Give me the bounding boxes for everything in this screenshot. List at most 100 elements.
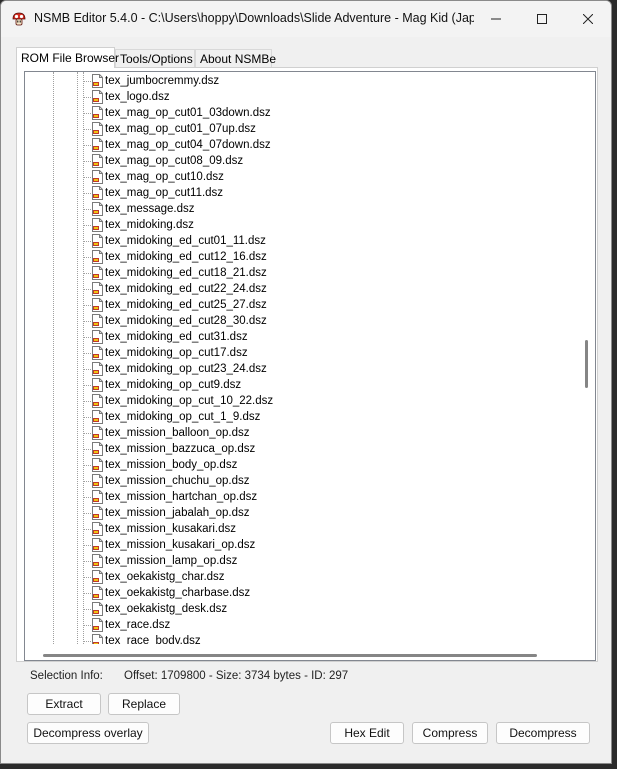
tree-connector [83, 177, 91, 178]
tree-connector [83, 161, 91, 162]
tree-file-item[interactable]: tex_midoking_op_cut9.dsz [25, 377, 577, 393]
compressed-file-icon [92, 186, 103, 200]
vertical-scroll-thumb[interactable] [585, 340, 588, 388]
compressed-file-icon [92, 138, 103, 152]
tree-file-item[interactable]: tex_midoking_op_cut_10_22.dsz [25, 393, 577, 409]
tree-connector [83, 545, 91, 546]
file-name: tex_midoking_ed_cut31.dsz [105, 331, 248, 343]
tree-file-item[interactable]: tex_mission_body_op.dsz [25, 457, 577, 473]
file-name: tex_midoking_op_cut_1_9.dsz [105, 411, 261, 423]
decompress-button[interactable]: Decompress [496, 722, 590, 744]
replace-button[interactable]: Replace [108, 693, 180, 715]
tree-file-item[interactable]: tex_midoking_op_cut23_24.dsz [25, 361, 577, 377]
tree-file-item[interactable]: tex_oekakistg_char.dsz [25, 569, 577, 585]
vertical-scrollbar[interactable] [578, 72, 595, 644]
tree-connector [83, 81, 91, 82]
compressed-file-icon [92, 314, 103, 328]
tree-file-item[interactable]: tex_mag_op_cut11.dsz [25, 185, 577, 201]
tree-file-item[interactable]: tex_midoking_ed_cut18_21.dsz [25, 265, 577, 281]
horizontal-scrollbar[interactable] [25, 644, 579, 660]
close-icon [583, 14, 593, 24]
compressed-file-icon [92, 250, 103, 264]
extract-button[interactable]: Extract [27, 693, 101, 715]
file-name: tex_midoking_op_cut17.dsz [105, 347, 248, 359]
tree-file-item[interactable]: tex_midoking.dsz [25, 217, 577, 233]
compressed-file-icon [92, 618, 103, 632]
compressed-file-icon [92, 554, 103, 568]
title-bar[interactable]: NSMB Editor 5.4.0 - C:\Users\hoppy\Downl… [1, 1, 611, 37]
tree-file-item[interactable]: tex_mag_op_cut10.dsz [25, 169, 577, 185]
maximize-button[interactable] [519, 1, 565, 37]
compressed-file-icon [92, 410, 103, 424]
tree-file-item[interactable]: tex_mag_op_cut04_07down.dsz [25, 137, 577, 153]
tree-connector [83, 97, 91, 98]
tree-file-item[interactable]: tex_mission_lamp_op.dsz [25, 553, 577, 569]
tab-about-nsmbe[interactable]: About NSMBe [195, 49, 276, 67]
compressed-file-icon [92, 474, 103, 488]
compressed-file-icon [92, 106, 103, 120]
compressed-file-icon [92, 234, 103, 248]
tree-connector [83, 209, 91, 210]
horizontal-scroll-thumb[interactable] [43, 654, 537, 657]
file-name: tex_mag_op_cut01_07up.dsz [105, 123, 256, 135]
compressed-file-icon [92, 538, 103, 552]
tree-file-item[interactable]: tex_midoking_op_cut_1_9.dsz [25, 409, 577, 425]
hex-edit-button[interactable]: Hex Edit [330, 722, 404, 744]
tab-rom-file-browser[interactable]: ROM File Browser [16, 47, 119, 68]
compressed-file-icon [92, 602, 103, 616]
compress-button[interactable]: Compress [412, 722, 488, 744]
compressed-file-icon [92, 506, 103, 520]
compressed-file-icon [92, 170, 103, 184]
tree-file-item[interactable]: tex_midoking_ed_cut31.dsz [25, 329, 577, 345]
decompress-overlay-button[interactable]: Decompress overlay [27, 722, 149, 744]
tree-file-item[interactable]: tex_race.dsz [25, 617, 577, 633]
tree-file-item[interactable]: tex_mag_op_cut08_09.dsz [25, 153, 577, 169]
tree-file-item[interactable]: tex_mission_hartchan_op.dsz [25, 489, 577, 505]
tree-file-item[interactable]: tex_logo.dsz [25, 89, 577, 105]
compressed-file-icon [92, 378, 103, 392]
file-name: tex_midoking_op_cut_10_22.dsz [105, 395, 274, 407]
file-name: tex_mission_jabalah_op.dsz [105, 507, 250, 519]
tree-file-item[interactable]: tex_midoking_ed_cut22_24.dsz [25, 281, 577, 297]
close-button[interactable] [565, 1, 611, 37]
file-list: tex_jumbocremmy.dsz tex_logo.dsz tex_mag_o… [25, 73, 577, 649]
minimize-button[interactable] [473, 1, 519, 37]
tree-file-item[interactable]: tex_midoking_ed_cut28_30.dsz [25, 313, 577, 329]
tree-file-item[interactable]: tex_oekakistg_desk.dsz [25, 601, 577, 617]
file-name: tex_mission_chuchu_op.dsz [105, 475, 250, 487]
file-name: tex_mag_op_cut01_03down.dsz [105, 107, 271, 119]
compressed-file-icon [92, 522, 103, 536]
tree-connector [83, 193, 91, 194]
tree-file-item[interactable]: tex_midoking_ed_cut25_27.dsz [25, 297, 577, 313]
tree-file-item[interactable]: tex_mission_kusakari.dsz [25, 521, 577, 537]
tree-file-item[interactable]: tex_mission_jabalah_op.dsz [25, 505, 577, 521]
tree-file-item[interactable]: tex_oekakistg_charbase.dsz [25, 585, 577, 601]
tree-file-item[interactable]: tex_mission_balloon_op.dsz [25, 425, 577, 441]
compressed-file-icon [92, 362, 103, 376]
compressed-file-icon [92, 330, 103, 344]
compressed-file-icon [92, 298, 103, 312]
file-tree[interactable]: tex_jumbocremmy.dsz tex_logo.dsz tex_mag_o… [24, 71, 596, 661]
window-title: NSMB Editor 5.4.0 - C:\Users\hoppy\Downl… [34, 11, 474, 25]
tree-file-item[interactable]: tex_midoking_ed_cut12_16.dsz [25, 249, 577, 265]
tree-file-item[interactable]: tex_mag_op_cut01_07up.dsz [25, 121, 577, 137]
tree-file-item[interactable]: tex_midoking_ed_cut01_11.dsz [25, 233, 577, 249]
tree-file-item[interactable]: tex_mission_chuchu_op.dsz [25, 473, 577, 489]
tree-file-item[interactable]: tex_mag_op_cut01_03down.dsz [25, 105, 577, 121]
tab-tools-options[interactable]: Tools/Options [115, 49, 195, 67]
compressed-file-icon [92, 442, 103, 456]
compressed-file-icon [92, 570, 103, 584]
tree-file-item[interactable]: tex_midoking_op_cut17.dsz [25, 345, 577, 361]
tree-connector [83, 401, 91, 402]
tree-file-item[interactable]: tex_mission_bazzuca_op.dsz [25, 441, 577, 457]
tree-file-item[interactable]: tex_jumbocremmy.dsz [25, 73, 577, 89]
tree-connector [83, 113, 91, 114]
tree-connector [83, 257, 91, 258]
tree-connector [83, 337, 91, 338]
file-name: tex_mag_op_cut08_09.dsz [105, 155, 244, 167]
compressed-file-icon [92, 282, 103, 296]
tree-file-item[interactable]: tex_message.dsz [25, 201, 577, 217]
tree-connector [83, 225, 91, 226]
compressed-file-icon [92, 90, 103, 104]
tree-file-item[interactable]: tex_mission_kusakari_op.dsz [25, 537, 577, 553]
